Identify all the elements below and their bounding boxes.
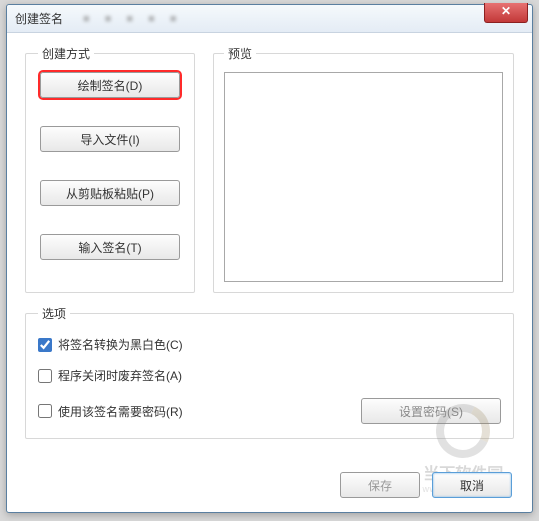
options-group: 选项 将签名转换为黑白色(C) 程序关闭时废弃签名(A) 使用该签名需要密码(R… xyxy=(25,305,514,439)
preview-canvas xyxy=(224,72,503,282)
discard-on-close-checkbox[interactable] xyxy=(38,369,52,383)
convert-bw-label[interactable]: 将签名转换为黑白色(C) xyxy=(58,336,183,353)
paste-clipboard-button[interactable]: 从剪贴板粘贴(P) xyxy=(40,180,180,206)
type-signature-button[interactable]: 输入签名(T) xyxy=(40,234,180,260)
dialog-window: 创建签名 ■ ■ ■ ■ ■ ✕ 创建方式 绘制签名(D) 导入文件(I) 从剪… xyxy=(6,4,533,513)
cancel-button[interactable]: 取消 xyxy=(432,472,512,498)
window-title: 创建签名 xyxy=(15,10,63,27)
save-button[interactable]: 保存 xyxy=(340,472,420,498)
set-password-button[interactable]: 设置密码(S) xyxy=(361,398,501,424)
dialog-footer: 保存 取消 xyxy=(340,472,512,498)
draw-signature-button[interactable]: 绘制签名(D) xyxy=(40,72,180,98)
close-button[interactable]: ✕ xyxy=(484,3,528,23)
require-password-label[interactable]: 使用该签名需要密码(R) xyxy=(58,403,183,420)
convert-bw-checkbox[interactable] xyxy=(38,338,52,352)
require-password-checkbox[interactable] xyxy=(38,404,52,418)
titlebar: 创建签名 ■ ■ ■ ■ ■ ✕ xyxy=(7,5,532,33)
option-row-convert-bw: 将签名转换为黑白色(C) xyxy=(38,336,501,353)
options-legend: 选项 xyxy=(38,305,70,322)
content-area: 创建方式 绘制签名(D) 导入文件(I) 从剪贴板粘贴(P) 输入签名(T) 预… xyxy=(7,33,532,512)
preview-legend: 预览 xyxy=(224,45,256,62)
option-row-password: 使用该签名需要密码(R) 设置密码(S) xyxy=(38,398,501,424)
creation-method-legend: 创建方式 xyxy=(38,45,94,62)
creation-method-group: 创建方式 绘制签名(D) 导入文件(I) 从剪贴板粘贴(P) 输入签名(T) xyxy=(25,45,195,293)
option-row-discard: 程序关闭时废弃签名(A) xyxy=(38,367,501,384)
background-window-hints: ■ ■ ■ ■ ■ xyxy=(83,13,182,25)
discard-on-close-label[interactable]: 程序关闭时废弃签名(A) xyxy=(58,367,182,384)
import-file-button[interactable]: 导入文件(I) xyxy=(40,126,180,152)
preview-group: 预览 xyxy=(213,45,514,293)
top-row: 创建方式 绘制签名(D) 导入文件(I) 从剪贴板粘贴(P) 输入签名(T) 预… xyxy=(25,45,514,293)
